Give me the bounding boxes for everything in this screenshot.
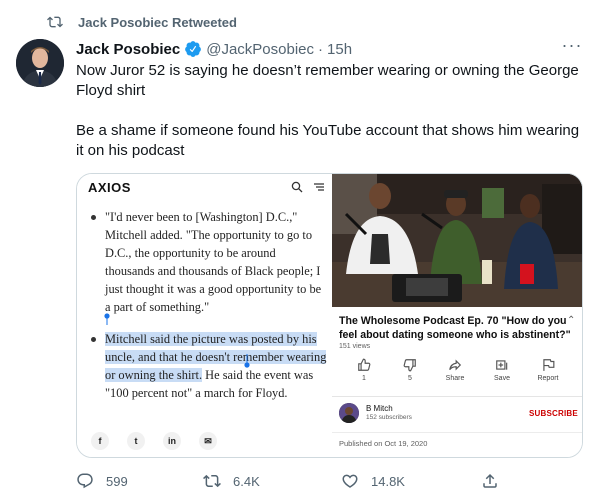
bullet-text: "I'd never been to [Washington] D.C.," M… <box>105 210 322 314</box>
dislike-count: 5 <box>408 375 412 382</box>
twitter-icon[interactable]: t <box>127 432 145 450</box>
subscribe-button[interactable]: SUBSCRIBE <box>529 409 578 418</box>
share-button[interactable]: Share <box>437 358 473 390</box>
author-handle[interactable]: @JackPosobiec <box>206 41 314 58</box>
author-name[interactable]: Jack Posobiec <box>76 41 180 58</box>
share-label: Share <box>445 375 465 382</box>
more-icon[interactable]: ··· <box>560 36 584 58</box>
axios-article-screenshot[interactable]: AXIOS "I'd never been to [Washington] D.… <box>77 174 330 457</box>
selection-handle-start-icon[interactable] <box>104 313 110 325</box>
report-label: Report <box>537 375 559 382</box>
verified-badge-icon <box>185 41 202 57</box>
reply-icon <box>77 473 93 489</box>
article-bullet: Mitchell said the picture was posted by … <box>87 330 327 402</box>
chevron-up-icon[interactable]: ⌃ <box>567 315 575 326</box>
retweet-icon <box>203 474 221 488</box>
tweet-timestamp[interactable]: 15h <box>327 41 352 58</box>
save-label: Save <box>494 375 510 382</box>
video-thumbnail[interactable] <box>332 174 582 307</box>
save-button[interactable]: Save <box>484 358 520 390</box>
save-icon <box>496 360 508 370</box>
search-icon <box>291 181 303 193</box>
podcast-scene-image <box>332 174 582 307</box>
selection-handle-end-icon[interactable] <box>244 354 250 368</box>
report-button[interactable]: Report <box>530 358 566 390</box>
channel-name[interactable]: B Mitch <box>366 404 393 413</box>
divider <box>332 432 582 433</box>
reply-count: 599 <box>106 473 128 489</box>
tweet-text: Now Juror 52 is saying he doesn’t rememb… <box>76 61 586 161</box>
channel-avatar[interactable] <box>339 403 359 423</box>
like-count: 14.8K <box>371 473 405 489</box>
flag-icon <box>543 359 555 371</box>
tweet-header: Jack Posobiec @JackPosobiec · 15h <box>76 39 352 59</box>
divider <box>332 396 582 397</box>
tweet-paragraph: Now Juror 52 is saying he doesn’t rememb… <box>76 62 579 99</box>
media-attachment[interactable]: AXIOS "I'd never been to [Washington] D.… <box>76 173 583 458</box>
email-icon[interactable]: ✉ <box>199 432 217 450</box>
youtube-screenshot[interactable]: The Wholesome Podcast Ep. 70 "How do you… <box>332 174 582 457</box>
video-actions: 1 5 Share Save Report <box>332 358 582 390</box>
retweet-label: Jack Posobiec Retweeted <box>78 15 237 30</box>
like-count: 1 <box>362 375 366 382</box>
like-button[interactable]: 1 <box>346 358 382 390</box>
video-title[interactable]: The Wholesome Podcast Ep. 70 "How do you… <box>339 314 571 342</box>
retweet-count: 6.4K <box>233 473 260 489</box>
thumbs-up-icon <box>358 358 371 371</box>
avatar[interactable] <box>16 39 64 87</box>
axios-logo: AXIOS <box>88 180 131 195</box>
share-bar: f t in ✉ <box>91 432 221 450</box>
view-count: 151 views <box>339 343 371 350</box>
separator-dot: · <box>318 40 324 58</box>
menu-icon <box>314 183 324 191</box>
dislike-button[interactable]: 5 <box>392 358 428 390</box>
reply-button[interactable]: 599 <box>76 471 128 491</box>
publish-date: Published on Oct 19, 2020 <box>339 439 428 448</box>
avatar-photo <box>16 39 64 87</box>
article-body: "I'd never been to [Washington] D.C.," M… <box>87 208 327 402</box>
linkedin-icon[interactable]: in <box>163 432 181 450</box>
share-icon <box>483 473 497 488</box>
tweet-actions: 599 6.4K 14.8K <box>76 471 506 491</box>
share-icon <box>449 359 462 371</box>
article-bullet: "I'd never been to [Washington] D.C.," M… <box>87 208 327 316</box>
tweet-paragraph: Be a shame if someone found his YouTube … <box>76 122 580 159</box>
like-button[interactable]: 14.8K <box>341 471 405 491</box>
heart-icon <box>342 474 358 488</box>
subscriber-count: 152 subscribers <box>366 414 412 421</box>
retweet-icon <box>47 16 63 28</box>
thumbs-down-icon <box>403 359 416 372</box>
retweet-button[interactable]: 6.4K <box>203 471 260 491</box>
facebook-icon[interactable]: f <box>91 432 109 450</box>
share-button[interactable] <box>481 471 511 491</box>
channel-avatar-image <box>339 403 359 423</box>
